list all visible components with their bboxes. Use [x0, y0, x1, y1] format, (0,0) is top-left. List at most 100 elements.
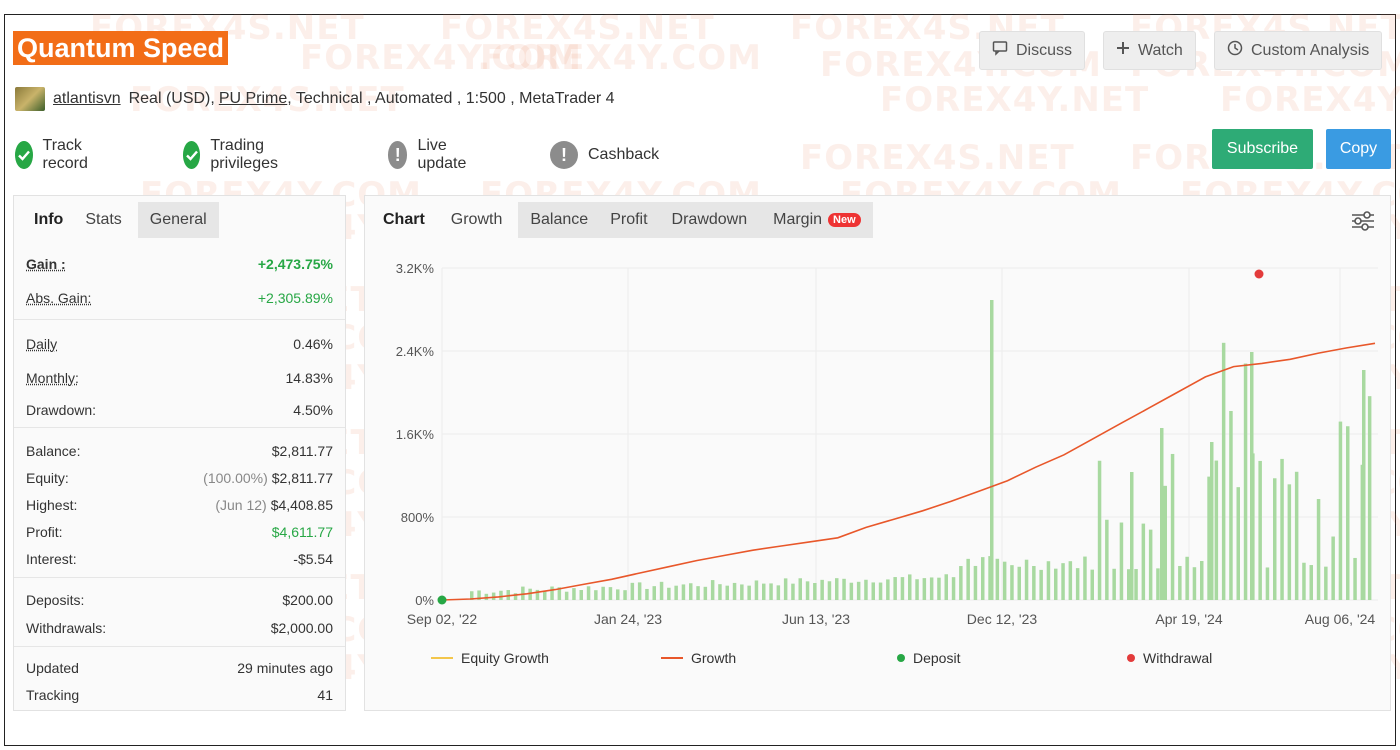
profit-bar: [791, 583, 795, 600]
profit-bar: [1039, 569, 1043, 600]
profit-bar: [1302, 562, 1306, 600]
profit-bar: [1362, 370, 1366, 600]
legend-deposit[interactable]: Deposit: [897, 650, 960, 666]
profit-bar: [990, 300, 994, 600]
y-tick-label: 800%: [401, 510, 435, 525]
profit-bar: [1130, 472, 1134, 600]
profit-bar: [769, 583, 773, 600]
profit-bar: [725, 585, 729, 600]
profit-bar: [1294, 471, 1299, 600]
profit-bar: [1170, 453, 1175, 600]
profit-bar: [689, 583, 693, 600]
profit-bar: [959, 566, 963, 600]
profit-bar: [1265, 567, 1270, 600]
growth-chart: 0% 800% 1.6K% 2.4K% 3.2K% Sep 02, '22 Jan 24, …: [396, 261, 1378, 627]
legend-withdrawal[interactable]: Withdrawal: [1127, 650, 1212, 666]
x-tick-label: Aug 06, '24: [1305, 611, 1376, 627]
profit-bar: [1331, 536, 1335, 600]
profit-bar: [842, 578, 846, 600]
profit-bar: [908, 574, 912, 600]
profit-bar: [835, 578, 839, 600]
profit-bar: [886, 579, 890, 600]
profit-bar: [754, 580, 759, 600]
profit-bar: [703, 586, 708, 600]
profit-bar: [849, 582, 854, 600]
profit-bar: [915, 579, 919, 600]
profit-bar: [1054, 568, 1058, 600]
x-tick-label: Jan 24, '23: [594, 611, 662, 627]
profit-bar: [1250, 352, 1254, 600]
profit-bar: [652, 586, 656, 600]
legend-line-growth: [661, 657, 683, 659]
profit-bar: [732, 582, 737, 600]
profit-bar: [981, 557, 985, 600]
profit-bar: [1309, 565, 1313, 600]
legend-growth[interactable]: Growth: [661, 650, 736, 666]
profit-bar: [1214, 460, 1219, 600]
profit-bar: [528, 588, 532, 600]
y-tick-label: 1.6K%: [396, 427, 435, 442]
profit-bar: [564, 591, 569, 600]
profit-bar: [944, 574, 948, 600]
profit-bar: [864, 579, 868, 600]
legend-label: Withdrawal: [1143, 650, 1213, 666]
profit-bar: [1032, 565, 1036, 600]
profit-bar: [856, 581, 861, 600]
profit-bar: [1024, 559, 1029, 600]
profit-bar: [878, 582, 883, 600]
profit-bar: [1075, 568, 1080, 600]
profit-bar: [951, 577, 956, 600]
profit-bar: [1068, 561, 1073, 600]
profit-bar: [1346, 426, 1350, 600]
profit-bar: [1127, 569, 1131, 600]
profit-bar: [1236, 487, 1240, 600]
profit-bar: [900, 577, 905, 600]
profit-bar: [1338, 421, 1343, 600]
profit-bar: [696, 586, 700, 600]
profit-bar: [1083, 556, 1087, 600]
profit-bar: [594, 590, 598, 600]
legend-label: Deposit: [913, 650, 961, 666]
profit-bar: [637, 582, 642, 600]
withdrawal-point: [1254, 269, 1264, 279]
legend-line-equity: [431, 657, 453, 659]
profit-bar: [995, 558, 1000, 600]
legend-label: Growth: [691, 650, 737, 666]
legend-equity-growth[interactable]: Equity Growth: [431, 650, 549, 666]
profit-bar: [1243, 363, 1248, 600]
profit-bar: [601, 586, 605, 600]
profit-bar: [1221, 342, 1226, 600]
profit-bar: [1097, 460, 1102, 600]
profit-bar: [827, 581, 832, 600]
profit-bar: [973, 565, 978, 600]
profit-bar: [616, 589, 620, 600]
profit-bar: [1105, 519, 1109, 600]
profit-bar: [623, 590, 627, 600]
legend-label: Equity Growth: [461, 650, 549, 666]
profit-bar: [1200, 560, 1204, 600]
x-tick-label: Dec 12, '23: [967, 611, 1038, 627]
profit-bar: [1160, 428, 1164, 600]
profit-bar: [1148, 529, 1153, 600]
profit-bar: [740, 584, 744, 600]
profit-bar: [922, 578, 927, 600]
profit-bar: [579, 590, 583, 600]
profit-bar: [783, 578, 788, 600]
profit-bar: [499, 590, 503, 600]
profit-bar: [813, 583, 817, 600]
profit-bar: [586, 586, 591, 600]
profit-bar: [966, 558, 970, 600]
profit-bar: [1002, 561, 1007, 600]
profit-bar: [718, 584, 722, 600]
x-tick-label: Jun 13, '23: [782, 611, 850, 627]
profit-bar: [1280, 458, 1284, 600]
profit-bar: [798, 578, 802, 600]
profit-bar: [871, 582, 875, 600]
profit-bar: [762, 583, 766, 600]
profit-bar: [1210, 442, 1214, 600]
profit-bar: [747, 585, 751, 600]
profit-bar: [1112, 568, 1116, 600]
profit-bar: [710, 580, 715, 600]
profit-bar: [572, 588, 576, 600]
profit-bar: [1316, 499, 1321, 600]
